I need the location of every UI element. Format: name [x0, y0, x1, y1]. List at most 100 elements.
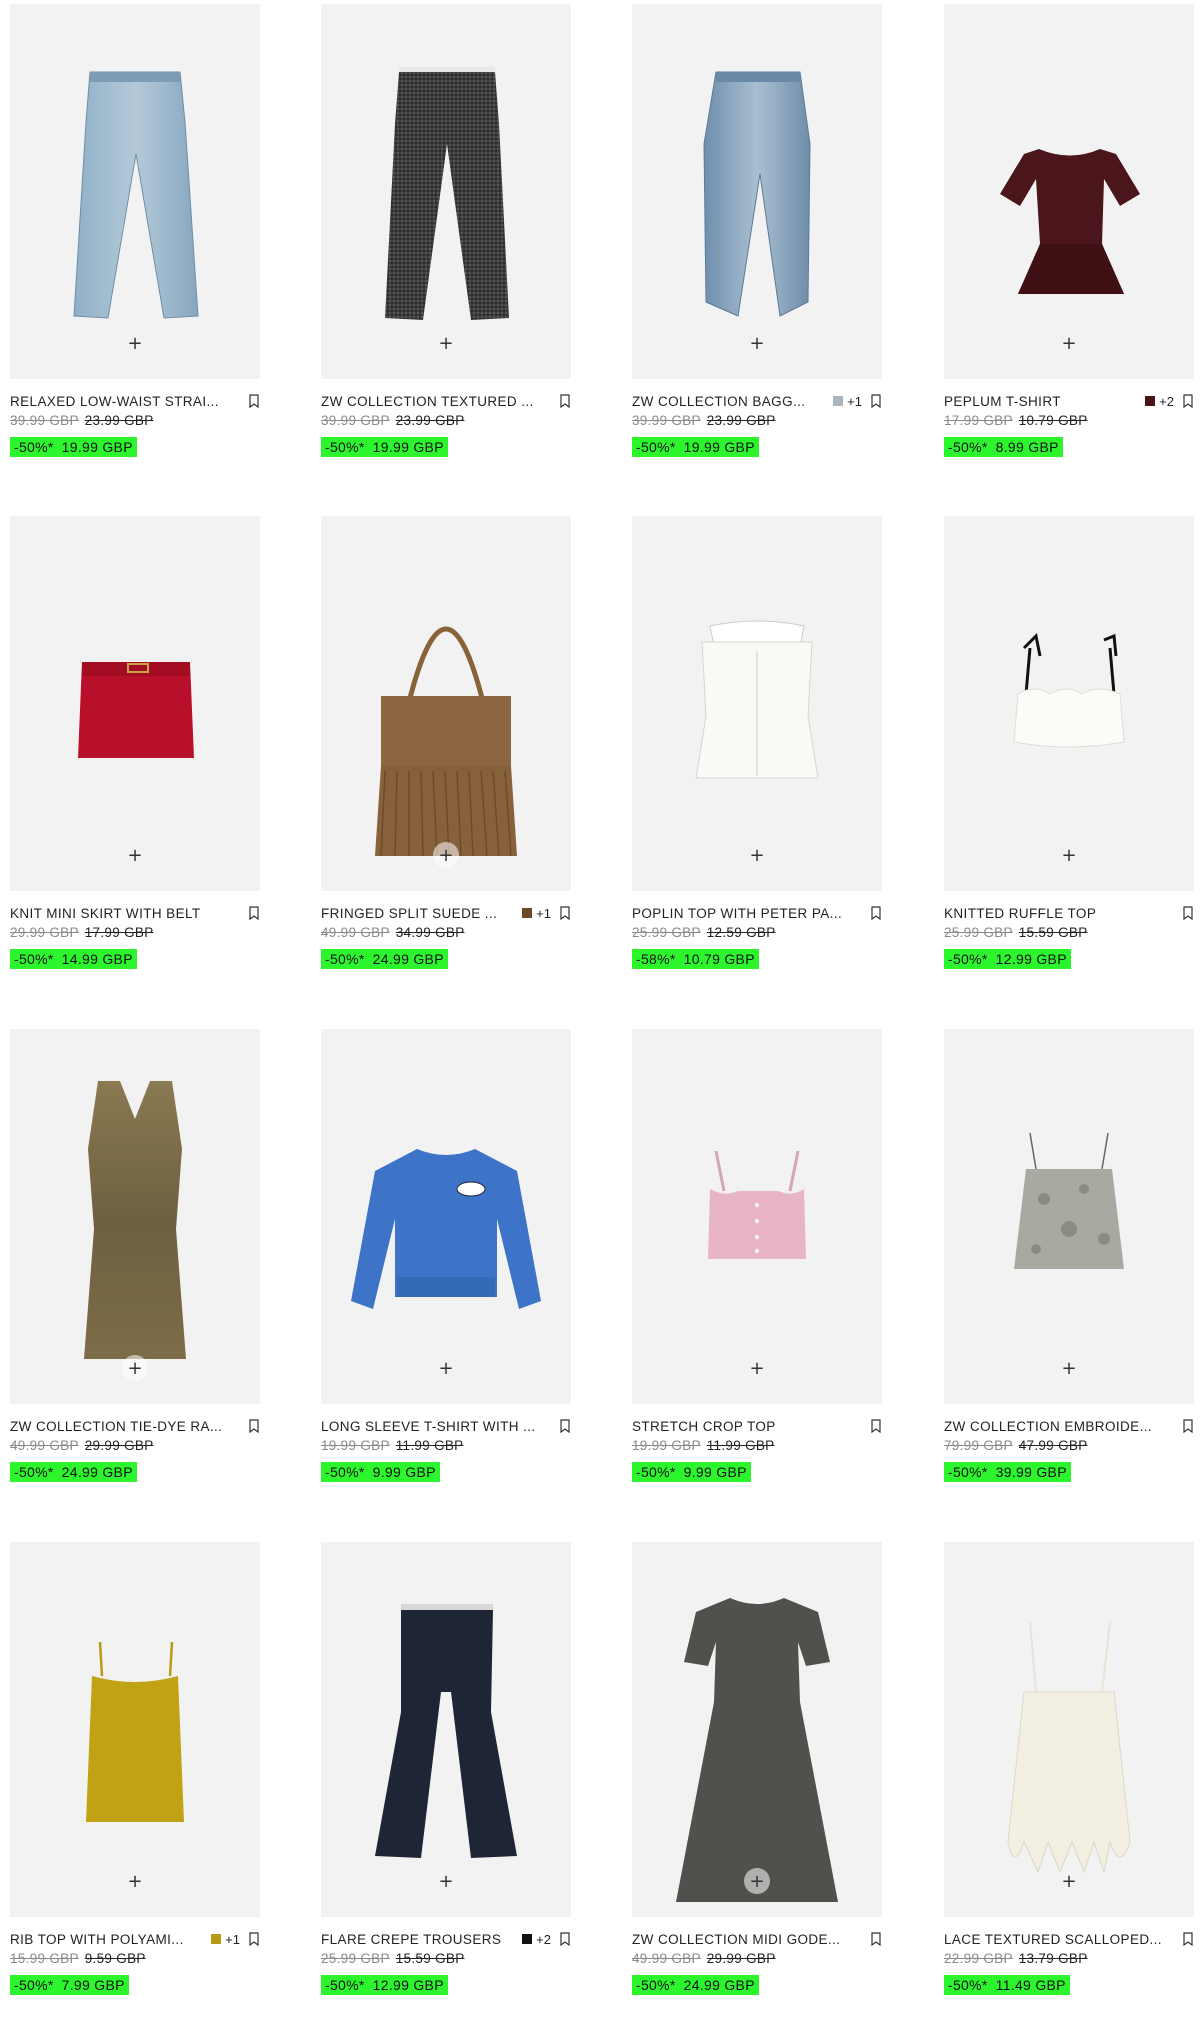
sale-price: 14.99 GBP: [61, 951, 133, 967]
add-to-cart-icon[interactable]: +: [433, 1868, 459, 1894]
product-image[interactable]: +: [10, 1542, 260, 1917]
product-card[interactable]: + ZW COLLECTION BAGG... +1 39.99 GBP 23.9…: [632, 4, 882, 504]
bookmark-icon[interactable]: [248, 394, 260, 409]
product-name[interactable]: STRETCH CROP TOP: [632, 1419, 862, 1434]
product-card[interactable]: + ZW COLLECTION TEXTURED ... 39.99 GBP 23…: [321, 4, 571, 504]
product-card[interactable]: + ZW COLLECTION EMBROIDE... 79.99 GBP 47.…: [944, 1029, 1194, 1529]
product-name[interactable]: ZW COLLECTION MIDI GODE...: [632, 1932, 862, 1947]
more-colors-count[interactable]: +2: [1159, 394, 1174, 409]
bookmark-icon[interactable]: [248, 1932, 260, 1947]
product-name[interactable]: ZW COLLECTION TIE-DYE RA...: [10, 1419, 240, 1434]
color-swatch[interactable]: [522, 908, 533, 918]
bookmark-icon[interactable]: [248, 1419, 260, 1434]
product-image-graphic: [73, 71, 199, 319]
more-colors-count[interactable]: +1: [847, 394, 862, 409]
bookmark-icon[interactable]: [559, 394, 571, 409]
add-to-cart-icon[interactable]: +: [744, 1868, 770, 1894]
more-colors-count[interactable]: +2: [536, 1932, 551, 1947]
product-card[interactable]: + ZW COLLECTION MIDI GODE... 49.99 GBP 29…: [632, 1542, 882, 2042]
product-image[interactable]: +: [10, 4, 260, 379]
product-card[interactable]: + STRETCH CROP TOP 19.99 GBP 11.99 GBP -5…: [632, 1029, 882, 1529]
product-card[interactable]: + ZW COLLECTION TIE-DYE RA... 49.99 GBP 2…: [10, 1029, 260, 1529]
add-to-cart-icon[interactable]: +: [1056, 842, 1082, 868]
bookmark-icon[interactable]: [559, 1419, 571, 1434]
product-name[interactable]: KNIT MINI SKIRT WITH BELT: [10, 906, 240, 921]
add-to-cart-icon[interactable]: +: [433, 1355, 459, 1381]
more-colors-count[interactable]: +1: [225, 1932, 240, 1947]
product-image[interactable]: +: [10, 516, 260, 891]
product-image[interactable]: +: [632, 1542, 882, 1917]
bookmark-icon[interactable]: [1182, 906, 1194, 921]
previous-price: 34.99 GBP: [395, 925, 465, 940]
product-card[interactable]: + PEPLUM T-SHIRT +2 17.99 GBP 10.79 GBP -…: [944, 4, 1194, 504]
bookmark-icon[interactable]: [1182, 1419, 1194, 1434]
add-to-cart-icon[interactable]: +: [744, 330, 770, 356]
previous-price: 11.99 GBP: [395, 1438, 464, 1453]
product-image[interactable]: +: [944, 1029, 1194, 1404]
bookmark-icon[interactable]: [870, 1932, 882, 1947]
add-to-cart-icon[interactable]: +: [433, 330, 459, 356]
product-name[interactable]: FLARE CREPE TROUSERS: [321, 1932, 516, 1947]
bookmark-icon[interactable]: [1182, 1932, 1194, 1947]
product-card[interactable]: + RIB TOP WITH POLYAMI... +1 15.99 GBP 9.…: [10, 1542, 260, 2042]
add-to-cart-icon[interactable]: +: [1056, 1355, 1082, 1381]
product-card[interactable]: + LACE TEXTURED SCALLOPED... 22.99 GBP 13…: [944, 1542, 1194, 2042]
bookmark-icon[interactable]: [1182, 394, 1194, 409]
product-image[interactable]: +: [321, 1542, 571, 1917]
product-name[interactable]: FRINGED SPLIT SUEDE ...: [321, 906, 516, 921]
product-card[interactable]: + KNIT MINI SKIRT WITH BELT 29.99 GBP 17.…: [10, 516, 260, 1016]
more-colors-count[interactable]: +1: [536, 906, 551, 921]
product-name[interactable]: KNITTED RUFFLE TOP: [944, 906, 1174, 921]
product-image[interactable]: +: [321, 4, 571, 379]
previous-price: 23.99 GBP: [84, 413, 154, 428]
add-to-cart-icon[interactable]: +: [1056, 330, 1082, 356]
add-to-cart-icon[interactable]: +: [1056, 1868, 1082, 1894]
product-image[interactable]: +: [321, 1029, 571, 1404]
add-to-cart-icon[interactable]: +: [744, 842, 770, 868]
color-swatch[interactable]: [522, 1934, 533, 1944]
product-image[interactable]: +: [944, 4, 1194, 379]
product-image[interactable]: +: [944, 516, 1194, 891]
color-swatch[interactable]: [211, 1934, 222, 1944]
product-image[interactable]: +: [632, 4, 882, 379]
product-card[interactable]: + KNITTED RUFFLE TOP 25.99 GBP 15.59 GBP …: [944, 516, 1194, 1016]
bookmark-icon[interactable]: [559, 906, 571, 921]
add-to-cart-icon[interactable]: +: [744, 1355, 770, 1381]
color-swatch[interactable]: [833, 396, 844, 406]
product-name[interactable]: LONG SLEEVE T-SHIRT WITH ...: [321, 1419, 551, 1434]
add-to-cart-icon[interactable]: +: [433, 842, 459, 868]
product-card[interactable]: + LONG SLEEVE T-SHIRT WITH ... 19.99 GBP…: [321, 1029, 571, 1529]
product-name[interactable]: ZW COLLECTION BAGG...: [632, 394, 827, 409]
product-image[interactable]: +: [944, 1542, 1194, 1917]
product-card[interactable]: + POPLIN TOP WITH PETER PA... 25.99 GBP 1…: [632, 516, 882, 1016]
product-image[interactable]: +: [10, 1029, 260, 1404]
add-to-cart-icon[interactable]: +: [122, 842, 148, 868]
product-name[interactable]: ZW COLLECTION TEXTURED ...: [321, 394, 551, 409]
bookmark-icon[interactable]: [870, 1419, 882, 1434]
add-to-cart-icon[interactable]: +: [122, 1868, 148, 1894]
add-to-cart-icon[interactable]: +: [122, 330, 148, 356]
discount-percent: -50%*: [14, 951, 54, 967]
product-name[interactable]: RELAXED LOW-WAIST STRAI...: [10, 394, 240, 409]
bookmark-icon[interactable]: [870, 394, 882, 409]
sale-badge: -50%* 19.99 GBP: [10, 437, 137, 457]
add-to-cart-icon[interactable]: +: [122, 1355, 148, 1381]
product-name[interactable]: LACE TEXTURED SCALLOPED...: [944, 1932, 1174, 1947]
bookmark-icon[interactable]: [248, 906, 260, 921]
bookmark-icon[interactable]: [559, 1932, 571, 1947]
product-name[interactable]: ZW COLLECTION EMBROIDE...: [944, 1419, 1174, 1434]
product-image[interactable]: +: [632, 1029, 882, 1404]
sale-price: 10.79 GBP: [683, 951, 755, 967]
product-name[interactable]: POPLIN TOP WITH PETER PA...: [632, 906, 862, 921]
product-image[interactable]: +: [321, 516, 571, 891]
product-name[interactable]: PEPLUM T-SHIRT: [944, 394, 1139, 409]
product-card[interactable]: + FLARE CREPE TROUSERS +2 25.99 GBP 15.59…: [321, 1542, 571, 2042]
product-card[interactable]: + RELAXED LOW-WAIST STRAI... 39.99 GBP 23…: [10, 4, 260, 504]
bookmark-icon[interactable]: [870, 906, 882, 921]
sale-price: 8.99 GBP: [995, 439, 1059, 455]
product-card[interactable]: + FRINGED SPLIT SUEDE ... +1 49.99 GBP 34…: [321, 516, 571, 1016]
product-image[interactable]: +: [632, 516, 882, 891]
color-swatch[interactable]: [1145, 396, 1156, 406]
sale-badge: -50%* 9.99 GBP: [321, 1462, 440, 1482]
product-name[interactable]: RIB TOP WITH POLYAMI...: [10, 1932, 205, 1947]
